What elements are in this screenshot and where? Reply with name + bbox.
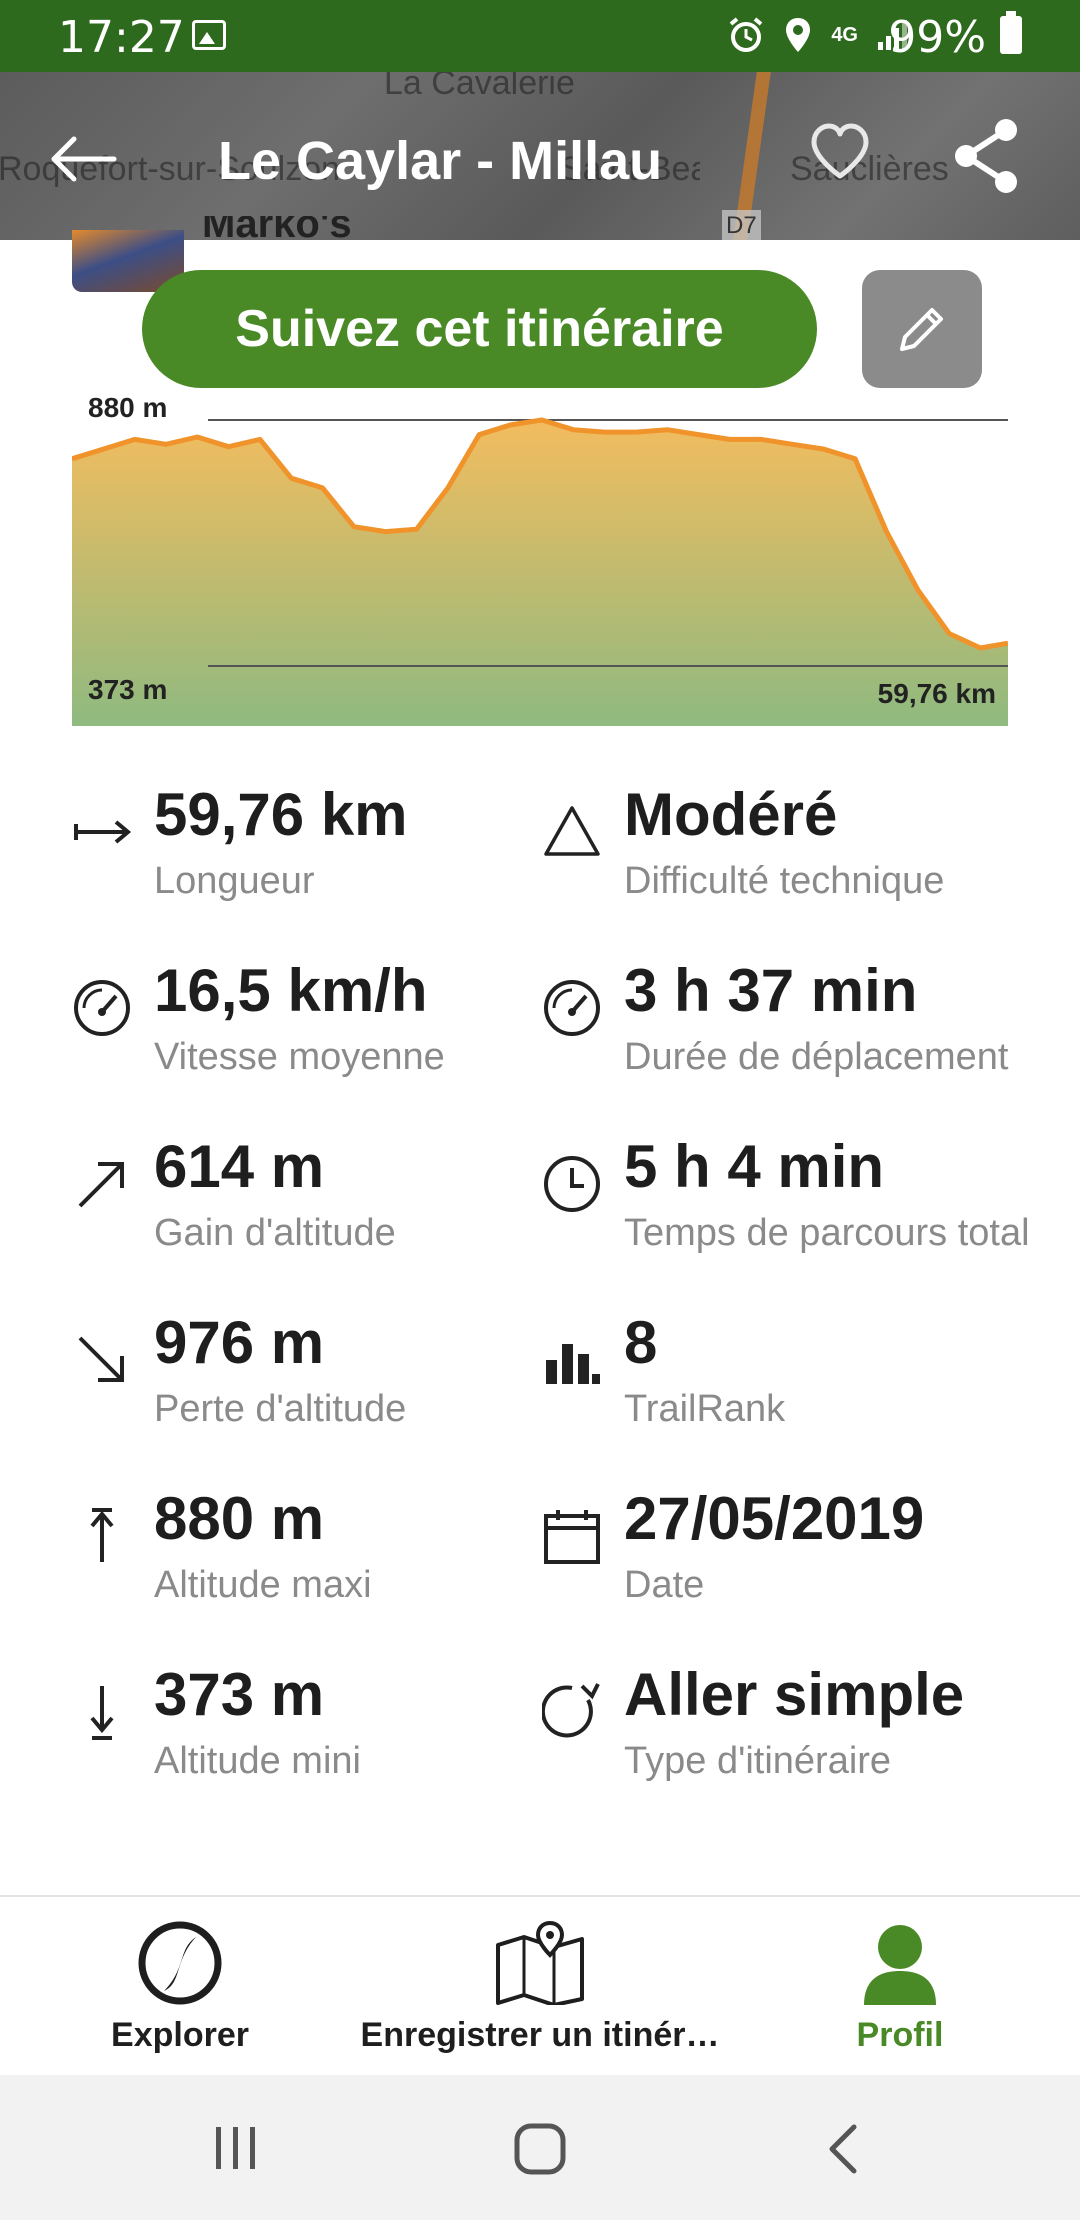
record-map-icon [496, 1920, 584, 2007]
recent-apps-icon[interactable] [212, 2125, 260, 2171]
nav-record[interactable]: Enregistrer un itinér… [360, 1920, 720, 2055]
elevation-chart-svg [71, 390, 1009, 726]
battery-icon [1000, 11, 1022, 54]
battery-percent: 99% [888, 12, 986, 63]
edit-button[interactable] [862, 270, 982, 388]
speed-gauge-icon [74, 980, 130, 1036]
stat-value: 373 m [154, 1661, 325, 1728]
image-notification-icon [192, 20, 226, 50]
elevation-gain-icon [78, 1162, 124, 1208]
stat-label: Difficulté technique [624, 860, 945, 902]
stat-elevation-loss: 976 m Perte d'altitude [72, 1308, 542, 1458]
explore-icon [138, 1921, 222, 2005]
stat-moving-time: 3 h 37 min Durée de déplacement [542, 956, 1012, 1106]
stat-avg-speed: 16,5 km/h Vitesse moyenne [72, 956, 542, 1106]
stat-label: Longueur [154, 860, 315, 902]
stat-value: Modéré [624, 781, 838, 848]
page-title: Le Caylar - Millau [218, 131, 663, 191]
stat-label: Vitesse moyenne [154, 1036, 445, 1078]
stat-label: Temps de parcours total [624, 1212, 1030, 1254]
nav-label: Enregistrer un itinér… [360, 2016, 720, 2054]
nav-label: Explorer [111, 2016, 249, 2054]
nav-explore[interactable]: Explorer [80, 1921, 280, 2055]
stat-max-altitude: 880 m Altitude maxi [72, 1484, 542, 1634]
alarm-icon [730, 17, 763, 52]
trailrank-bars-icon [546, 1344, 600, 1384]
stat-value: 16,5 km/h [154, 957, 428, 1024]
stat-trail-type: Aller simple Type d'itinéraire [542, 1660, 1012, 1810]
favorite-heart-icon[interactable] [808, 120, 872, 184]
min-altitude-icon [90, 1686, 114, 1740]
status-bar: 17:27 4G 99% [0, 0, 1080, 72]
clock-icon [544, 1156, 600, 1212]
stat-length: 59,76 km Longueur [72, 780, 542, 930]
stat-min-altitude: 373 m Altitude mini [72, 1660, 542, 1810]
stat-label: Type d'itinéraire [624, 1740, 892, 1782]
bottom-navigation: Explorer Enregistrer un itinér… Profil [0, 1895, 1080, 2075]
share-icon[interactable] [950, 116, 1022, 196]
map-label: La Cavalerie [384, 72, 575, 102]
one-way-icon [542, 1683, 600, 1738]
stat-elevation-gain: 614 m Gain d'altitude [72, 1132, 542, 1282]
max-altitude-label: 880 m [88, 392, 168, 423]
location-icon [786, 18, 811, 52]
road-label: D7 [722, 210, 761, 240]
min-altitude-label: 373 m [88, 674, 168, 705]
author-name[interactable]: Marko's [202, 216, 352, 256]
gauge-icon [544, 980, 600, 1036]
length-arrow-icon [74, 820, 132, 844]
profile-icon [864, 1925, 936, 2005]
back-arrow-icon[interactable] [48, 134, 118, 184]
stat-value: 5 h 4 min [624, 1133, 885, 1200]
stat-value: 27/05/2019 [624, 1485, 925, 1552]
stat-label: Durée de déplacement [624, 1036, 1009, 1078]
stat-value: 3 h 37 min [624, 957, 918, 1024]
stat-total-time: 5 h 4 min Temps de parcours total [542, 1132, 1030, 1282]
elevation-chart: 880 m 373 m 59,76 km [71, 390, 1009, 726]
stat-value: 880 m [154, 1485, 325, 1552]
stat-difficulty: Modéré Difficulté technique [542, 780, 1012, 930]
network-type: 4G [831, 24, 858, 46]
nav-profile[interactable]: Profil [820, 1921, 980, 2055]
status-time: 17:27 [58, 12, 185, 63]
back-icon[interactable] [824, 2123, 860, 2175]
stat-label: Gain d'altitude [154, 1212, 396, 1254]
stat-value: 976 m [154, 1309, 325, 1376]
stat-label: Altitude maxi [154, 1564, 372, 1606]
stat-value: Aller simple [624, 1661, 965, 1728]
stat-value: 8 [624, 1309, 658, 1376]
distance-label: 59,76 km [877, 678, 996, 709]
follow-trail-button[interactable]: Suivez cet itinéraire [142, 270, 817, 388]
difficulty-triangle-icon [544, 806, 600, 856]
stat-value: 59,76 km [154, 781, 408, 848]
stat-trailrank: 8 TrailRank [542, 1308, 1012, 1458]
stat-value: 614 m [154, 1133, 325, 1200]
stat-label: TrailRank [624, 1388, 786, 1430]
map-header: La Cavalerie Roquefort-sur-Soulzon Saint… [0, 72, 1080, 240]
system-navigation-bar [0, 2075, 1080, 2220]
nav-label: Profil [856, 2016, 944, 2054]
pencil-icon [900, 308, 943, 351]
stat-label: Perte d'altitude [154, 1388, 407, 1430]
stat-label: Date [624, 1564, 705, 1606]
max-altitude-icon [90, 1508, 114, 1562]
elevation-loss-icon [78, 1336, 124, 1382]
home-icon[interactable] [514, 2123, 566, 2175]
stat-date: 27/05/2019 Date [542, 1484, 1012, 1634]
stat-label: Altitude mini [154, 1740, 361, 1782]
calendar-icon [544, 1510, 600, 1564]
